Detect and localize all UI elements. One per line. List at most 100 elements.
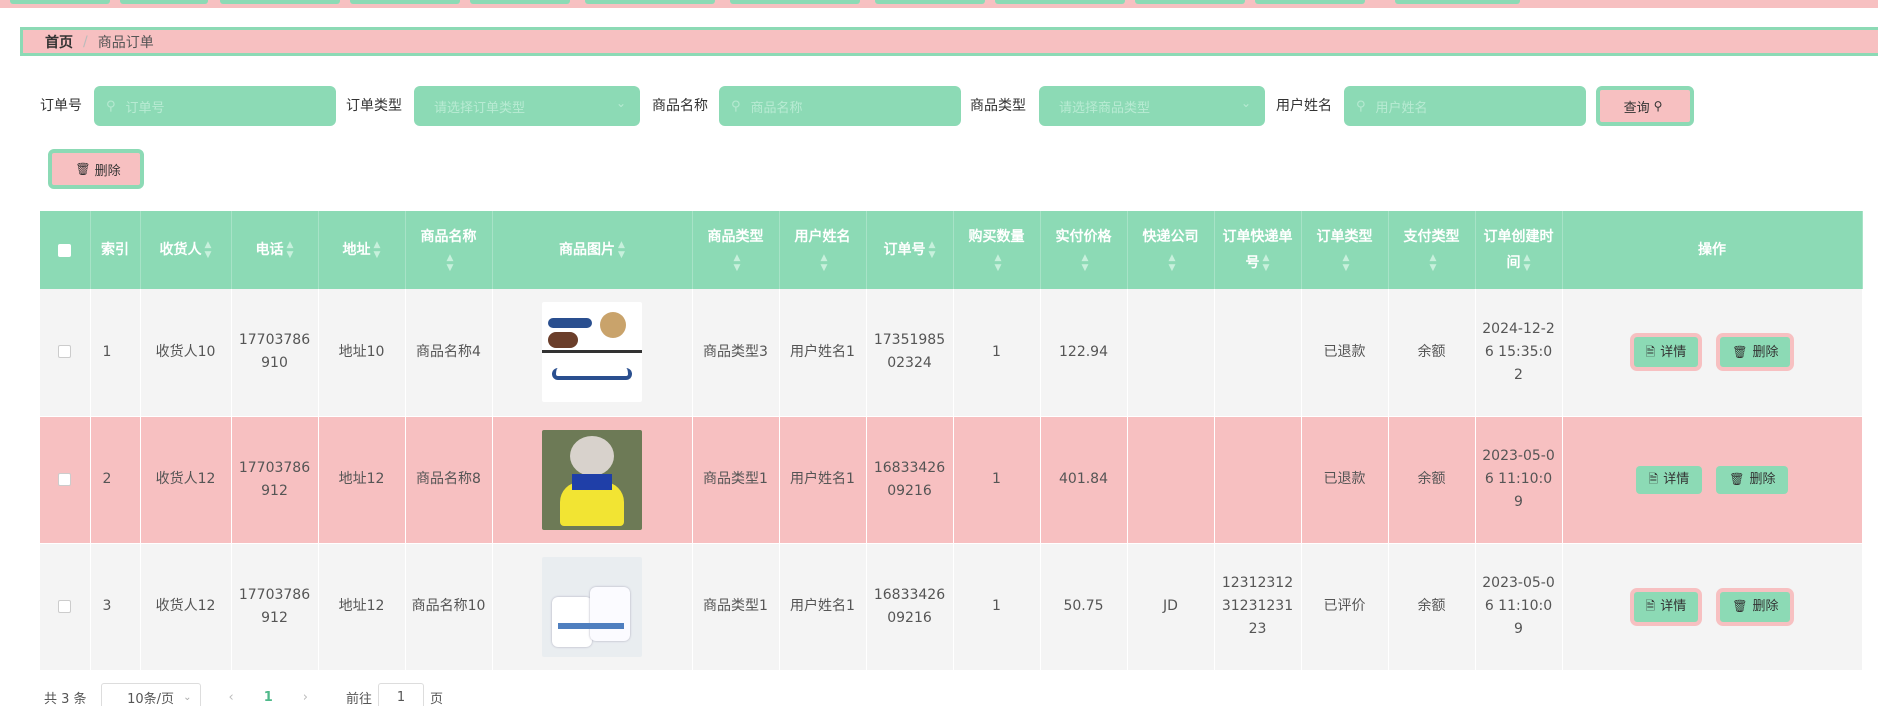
sort-icon[interactable]: ▲ ▼ bbox=[1082, 253, 1089, 273]
nav-tab-stub[interactable] bbox=[470, 0, 570, 4]
row-checkbox-cell[interactable] bbox=[40, 416, 91, 544]
nav-tab-stub[interactable] bbox=[120, 0, 208, 4]
row-checkbox-cell[interactable] bbox=[40, 543, 91, 671]
chevron-down-icon: ⌄ bbox=[1240, 96, 1251, 110]
nav-tab-stub[interactable] bbox=[995, 0, 1125, 4]
row-checkbox[interactable] bbox=[58, 345, 72, 359]
query-button[interactable]: 查询 ⚲ bbox=[1596, 86, 1694, 126]
row-checkbox-cell[interactable] bbox=[40, 289, 91, 417]
col-product-image[interactable]: 商品图片 ▲ ▼ bbox=[492, 211, 693, 289]
col-courier[interactable]: 快递公司 ▲ ▼ bbox=[1127, 211, 1215, 289]
user-name-label: 用户姓名 bbox=[1276, 98, 1332, 114]
goto-page-input[interactable]: 1 bbox=[378, 683, 425, 706]
select-all-checkbox[interactable] bbox=[58, 243, 72, 257]
goto-label: 前往 bbox=[346, 691, 373, 706]
prev-page-icon[interactable]: ‹ bbox=[229, 690, 234, 705]
product-name-input[interactable]: ⚲ 商品名称 bbox=[719, 86, 961, 126]
col-price[interactable]: 实付价格 ▲ ▼ bbox=[1040, 211, 1128, 289]
cell-product-image[interactable] bbox=[492, 289, 693, 417]
detail-button[interactable]: 🗎 详情 bbox=[1635, 465, 1703, 494]
col-product-name[interactable]: 商品名称 ▲ ▼ bbox=[405, 211, 493, 289]
product-image[interactable] bbox=[542, 556, 642, 657]
order-type-label: 订单类型 bbox=[346, 98, 402, 114]
table-row[interactable]: 2 收货人12 17703786912 地址12 商品名称8 商品类型1 用户姓… bbox=[40, 416, 1863, 544]
cell-pay-type: 余额 bbox=[1388, 543, 1476, 671]
nav-tab-stub[interactable] bbox=[1135, 0, 1245, 4]
cell-index: 2 bbox=[90, 416, 141, 544]
col-receiver[interactable]: 收货人 ▲ ▼ bbox=[140, 211, 232, 289]
cell-price: 122.94 bbox=[1040, 289, 1128, 417]
cell-product-image[interactable] bbox=[492, 416, 693, 544]
sort-icon[interactable]: ▲ ▼ bbox=[1169, 253, 1176, 273]
order-no-label: 订单号 bbox=[40, 98, 82, 114]
cell-index: 1 bbox=[90, 289, 141, 417]
sort-icon[interactable]: ▲ ▼ bbox=[1524, 253, 1531, 273]
delete-button[interactable]: 🗑 删除 bbox=[1716, 465, 1789, 494]
nav-tab-stub[interactable] bbox=[10, 0, 110, 4]
next-page-icon[interactable]: › bbox=[303, 690, 308, 705]
cell-tracking-no bbox=[1214, 289, 1302, 417]
sort-icon[interactable]: ▲ ▼ bbox=[995, 253, 1002, 273]
product-image[interactable] bbox=[542, 429, 642, 530]
delete-button[interactable]: 🗑 删除 bbox=[1716, 587, 1795, 626]
col-order-type[interactable]: 订单类型 ▲ ▼ bbox=[1301, 211, 1389, 289]
cell-phone: 17703786912 bbox=[231, 416, 319, 544]
col-tracking-no[interactable]: 订单快递单号 ▲ ▼ bbox=[1214, 211, 1302, 289]
sort-icon[interactable]: ▲ ▼ bbox=[447, 253, 454, 273]
row-checkbox[interactable] bbox=[58, 599, 72, 613]
sort-icon[interactable]: ▲ ▼ bbox=[821, 253, 828, 273]
col-phone[interactable]: 电话 ▲ ▼ bbox=[231, 211, 319, 289]
nav-tab-stub[interactable] bbox=[730, 0, 860, 4]
nav-tab-stub[interactable] bbox=[1255, 0, 1365, 4]
col-quantity[interactable]: 购买数量 ▲ ▼ bbox=[953, 211, 1041, 289]
document-icon: 🗎 bbox=[1645, 599, 1656, 613]
sort-icon[interactable]: ▲ ▼ bbox=[1430, 253, 1437, 273]
sort-icon[interactable]: ▲ ▼ bbox=[929, 240, 936, 260]
sort-icon[interactable]: ▲ ▼ bbox=[734, 253, 741, 273]
sort-icon[interactable]: ▲ ▼ bbox=[1263, 253, 1270, 273]
page-size-select[interactable]: 10条/页 ⌄ bbox=[100, 683, 201, 706]
cell-product-image[interactable] bbox=[492, 543, 693, 671]
user-name-input[interactable]: ⚲ 用户姓名 bbox=[1344, 86, 1586, 126]
trash-icon: 🗑 bbox=[1729, 472, 1745, 486]
table-row[interactable]: 3 收货人12 17703786912 地址12 商品名称10 商品类型1 用户… bbox=[40, 543, 1863, 671]
order-no-input[interactable]: ⚲ 订单号 bbox=[94, 86, 336, 126]
page-number-current[interactable]: 1 bbox=[264, 690, 273, 705]
sort-icon[interactable]: ▲ ▼ bbox=[374, 240, 381, 260]
nav-tab-stub[interactable] bbox=[875, 0, 985, 4]
product-type-select[interactable]: 请选择商品类型 ⌄ bbox=[1039, 86, 1265, 126]
search-icon: ⚲ bbox=[106, 98, 116, 114]
order-type-select[interactable]: 请选择订单类型 ⌄ bbox=[414, 86, 640, 126]
query-button-label: 查询 bbox=[1623, 100, 1650, 116]
col-order-no[interactable]: 订单号 ▲ ▼ bbox=[866, 211, 954, 289]
sort-icon[interactable]: ▲ ▼ bbox=[1343, 253, 1350, 273]
sort-icon[interactable]: ▲ ▼ bbox=[287, 240, 294, 260]
order-no-placeholder: 订单号 bbox=[125, 100, 165, 116]
col-address[interactable]: 地址 ▲ ▼ bbox=[318, 211, 406, 289]
product-image[interactable] bbox=[542, 302, 642, 403]
sort-icon[interactable]: ▲ ▼ bbox=[618, 240, 625, 260]
nav-tab-stub[interactable] bbox=[585, 0, 715, 4]
col-pay-type[interactable]: 支付类型 ▲ ▼ bbox=[1388, 211, 1476, 289]
breadcrumb-home[interactable]: 首页 bbox=[45, 32, 73, 52]
nav-tab-stub[interactable] bbox=[350, 0, 460, 4]
col-product-type[interactable]: 商品类型 ▲ ▼ bbox=[692, 211, 780, 289]
nav-tab-stub[interactable] bbox=[220, 0, 340, 4]
detail-button[interactable]: 🗎 详情 bbox=[1629, 333, 1703, 372]
chevron-down-icon: ⌄ bbox=[183, 691, 192, 703]
nav-tab-stub[interactable] bbox=[1395, 0, 1520, 4]
detail-button[interactable]: 🗎 详情 bbox=[1629, 587, 1703, 626]
sort-icon[interactable]: ▲ ▼ bbox=[205, 240, 212, 260]
select-all-checkbox-cell[interactable] bbox=[40, 211, 91, 289]
table-row[interactable]: 1 收货人10 17703786910 地址10 商品名称4 商品类型3 用户姓… bbox=[40, 289, 1863, 417]
delete-button[interactable]: 🗑 删除 bbox=[1716, 333, 1795, 372]
bulk-delete-button[interactable]: 🗑 删除 bbox=[48, 149, 144, 189]
cell-user-name: 用户姓名1 bbox=[779, 289, 867, 417]
cell-quantity: 1 bbox=[953, 543, 1041, 671]
col-user-name[interactable]: 用户姓名 ▲ ▼ bbox=[779, 211, 867, 289]
product-name-label: 商品名称 bbox=[652, 98, 708, 114]
col-created[interactable]: 订单创建时间 ▲ ▼ bbox=[1475, 211, 1563, 289]
row-checkbox[interactable] bbox=[58, 472, 72, 486]
breadcrumb: 首页 / 商品订单 bbox=[20, 27, 1878, 56]
cell-quantity: 1 bbox=[953, 289, 1041, 417]
